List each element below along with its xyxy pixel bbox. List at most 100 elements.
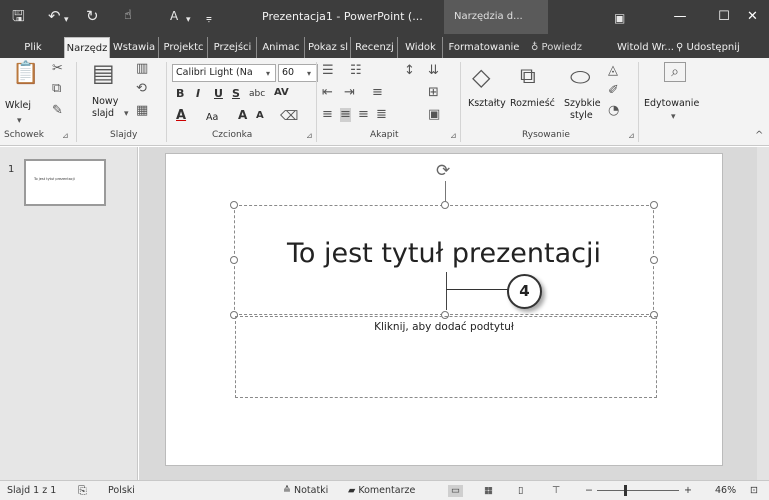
tab-view[interactable]: Widok (399, 37, 443, 58)
bold-button[interactable]: B (176, 87, 184, 100)
shapes-icon[interactable]: ◇ (472, 64, 490, 90)
tab-home[interactable]: Narzędz (64, 37, 110, 58)
rotate-handle-icon[interactable]: ⟳ (436, 161, 450, 181)
share-button[interactable]: ⚲ Udostępnij (676, 37, 740, 58)
align-right-icon[interactable]: ≡ (358, 108, 369, 122)
tab-design[interactable]: Projektc (160, 37, 208, 58)
minimize-button[interactable]: — (658, 0, 702, 34)
italic-button[interactable]: I (196, 87, 200, 100)
fit-to-window-icon[interactable]: ⊡ (750, 485, 758, 497)
slide-thumbnail[interactable]: To jest tytuł prezentacji (24, 159, 106, 206)
save-icon[interactable]: 🖫 (12, 6, 25, 26)
zoom-slider[interactable] (597, 490, 679, 491)
tell-me-search[interactable]: ♁ Powiedz (531, 37, 582, 58)
font-family-combo[interactable]: Calibri Light (Na (172, 64, 276, 82)
paragraph-launcher-icon[interactable]: ⊿ (450, 131, 457, 140)
increase-font-button[interactable]: A (238, 108, 247, 122)
drawing-launcher-icon[interactable]: ⊿ (628, 131, 635, 140)
justify-icon[interactable]: ≣ (376, 108, 387, 122)
arrange-button[interactable]: Rozmieść (510, 98, 555, 109)
font-color-quick-icon[interactable]: A (170, 6, 178, 26)
section-icon[interactable]: ▦ (136, 104, 148, 118)
tab-insert[interactable]: Wstawia (110, 37, 159, 58)
language-label[interactable]: Polski (108, 485, 135, 497)
tab-review[interactable]: Recenzj (352, 37, 398, 58)
tab-file[interactable]: Plik (14, 37, 52, 58)
editing-button[interactable]: Edytowanie (644, 98, 699, 109)
editing-dropdown-icon[interactable]: ▾ (671, 110, 676, 124)
columns-icon[interactable]: ≡ (372, 86, 383, 100)
reading-view-icon[interactable]: ▯ (518, 485, 523, 497)
normal-view-icon[interactable]: ▭ (448, 485, 463, 497)
resize-handle[interactable] (441, 201, 449, 209)
zoom-in-button[interactable]: + (684, 485, 692, 497)
slideshow-view-icon[interactable]: ⊤ (552, 485, 560, 497)
tab-slideshow[interactable]: Pokaz sl (306, 37, 351, 58)
slide-sorter-icon[interactable]: ▦ (484, 485, 493, 497)
new-slide-label-1[interactable]: Nowy (92, 96, 118, 107)
clipboard-launcher-icon[interactable]: ⊿ (62, 131, 69, 140)
increase-indent-icon[interactable]: ⇥ (344, 86, 355, 100)
change-case-button[interactable]: Aa (206, 112, 218, 123)
reset-icon[interactable]: ⟲ (136, 82, 147, 96)
ribbon-display-options-icon[interactable]: ▣ (614, 8, 625, 28)
character-spacing-button[interactable]: AV (274, 87, 289, 98)
new-slide-icon[interactable]: ▤ (92, 60, 115, 86)
resize-handle[interactable] (230, 201, 238, 209)
undo-icon[interactable]: ↶ (48, 6, 61, 26)
bullets-icon[interactable]: ☰ (322, 64, 334, 78)
tab-transitions[interactable]: Przejści (209, 37, 257, 58)
shapes-button[interactable]: Kształty (468, 98, 506, 109)
copy-icon[interactable]: ⧉ (52, 82, 61, 96)
strikethrough-button[interactable]: abc (249, 89, 265, 99)
collapse-ribbon-icon[interactable]: ^ (755, 130, 763, 141)
paste-dropdown-icon[interactable]: ▾ (17, 114, 22, 128)
format-painter-icon[interactable]: ✎ (52, 104, 63, 118)
new-slide-dropdown-icon[interactable]: ▾ (124, 107, 129, 121)
find-icon[interactable]: ⌕ (664, 62, 686, 82)
redo-icon[interactable]: ↻ (86, 6, 99, 26)
slide-title[interactable]: To jest tytuł prezentacji (234, 238, 654, 269)
comments-button[interactable]: ▰ Komentarze (348, 485, 415, 497)
shape-outline-icon[interactable]: ✐ (608, 84, 619, 98)
user-account[interactable]: Witold Wr... (617, 37, 674, 58)
resize-handle[interactable] (650, 201, 658, 209)
align-left-icon[interactable]: ≡ (322, 108, 333, 122)
touch-mode-icon[interactable]: ☝ (124, 6, 132, 26)
numbering-icon[interactable]: ☷ (350, 64, 362, 78)
vertical-scrollbar[interactable] (757, 147, 769, 480)
spellcheck-icon[interactable]: ⎘ (78, 485, 87, 497)
clear-formatting-icon[interactable]: ⌫ (280, 110, 298, 124)
paste-icon[interactable]: 📋 (12, 62, 39, 86)
zoom-slider-thumb[interactable] (624, 485, 627, 496)
font-color-button[interactable]: A (176, 108, 186, 123)
zoom-level[interactable]: 46% (715, 485, 736, 497)
quick-styles-icon[interactable]: ⬭ (570, 64, 591, 90)
text-direction-icon[interactable]: ⇊ (428, 64, 439, 78)
tab-animations[interactable]: Animac (258, 37, 305, 58)
customize-toolbar-icon[interactable]: ⩦ (206, 9, 212, 29)
notes-button[interactable]: ≙ Notatki (283, 485, 328, 497)
font-size-combo[interactable]: 60 (278, 64, 318, 82)
decrease-indent-icon[interactable]: ⇤ (322, 86, 333, 100)
slide-subtitle[interactable]: Kliknij, aby dodać podtytuł (234, 321, 654, 333)
shape-effects-icon[interactable]: ◔ (608, 104, 619, 118)
underline-button[interactable]: U (214, 87, 223, 100)
font-color-dropdown-icon[interactable]: ▾ (186, 10, 191, 30)
cut-icon[interactable]: ✂ (52, 62, 63, 76)
smartart-icon[interactable]: ▣ (428, 108, 440, 122)
align-text-icon[interactable]: ⊞ (428, 86, 439, 100)
quick-styles-label-1[interactable]: Szybkie (564, 98, 601, 109)
shadow-button[interactable]: S (232, 87, 240, 100)
font-family-dropdown-icon[interactable]: ▾ (266, 67, 270, 81)
arrange-icon[interactable]: ⧉ (520, 64, 536, 90)
font-launcher-icon[interactable]: ⊿ (306, 131, 313, 140)
paste-button[interactable]: Wklej (5, 100, 31, 111)
zoom-out-button[interactable]: − (585, 485, 593, 497)
font-size-dropdown-icon[interactable]: ▾ (307, 67, 311, 81)
layout-icon[interactable]: ▥ (136, 62, 148, 76)
decrease-font-button[interactable]: A (256, 110, 264, 121)
close-button[interactable]: ✕ (736, 0, 769, 34)
shape-fill-icon[interactable]: ◬ (608, 64, 618, 78)
align-center-icon[interactable]: ≡ (340, 108, 351, 122)
